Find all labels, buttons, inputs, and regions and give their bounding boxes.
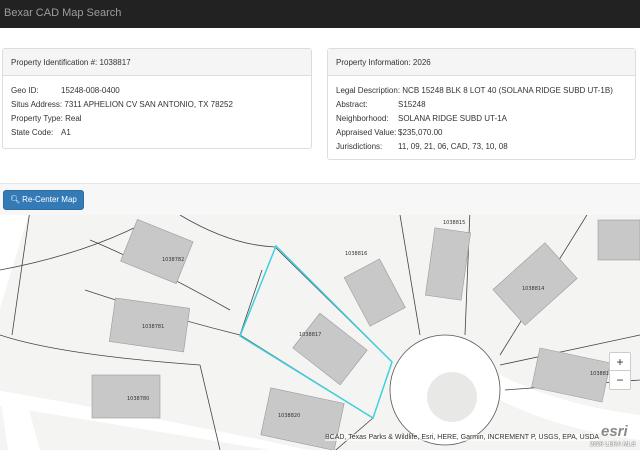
zoom-in-icon: 🔍︎ (10, 195, 21, 204)
geo-id-row: Geo ID: 15248-008-0400 (11, 84, 303, 98)
cul-de-sac-island (427, 372, 477, 422)
property-type-row: Property Type: Real (11, 112, 303, 126)
parcel-label: 1038781 (142, 324, 164, 330)
jurisdictions-value: 11, 09, 21, 06, CAD, 73, 10, 08 (398, 142, 508, 151)
map-toolbar: 🔍︎ Re-Center Map (0, 183, 640, 215)
abstract-value: S15248 (398, 100, 426, 109)
recenter-map-label: Re-Center Map (22, 195, 77, 204)
parcel-label: 1038815 (443, 220, 465, 226)
parcel-label: 1038817 (299, 332, 321, 338)
parcel-label: 1038782 (162, 257, 184, 263)
map-attribution: BCAD, Texas Parks & Wildlife, Esri, HERE… (325, 434, 600, 441)
appraised-value-label: Appraised Value: (336, 128, 397, 137)
appraised-value-row: Appraised Value: $235,070.00 (336, 126, 627, 140)
property-identification-heading: Property Identification #: 1038817 (3, 49, 311, 76)
property-information-heading: Property Information: 2026 (328, 49, 635, 76)
state-code-row: State Code: A1 (11, 126, 303, 140)
state-code-value: A1 (61, 128, 71, 137)
situs-address-value: 7311 APHELION CV SAN ANTONIO, TX 78252 (64, 100, 233, 109)
app-title[interactable]: Bexar CAD Map Search (4, 7, 121, 19)
legal-description-row: Legal Description: NCB 15248 BLK 8 LOT 4… (336, 84, 627, 98)
parcel-label: 1038780 (127, 396, 149, 402)
abstract-label: Abstract: (336, 100, 368, 109)
appraised-value-value: $235,070.00 (398, 128, 443, 137)
neighborhood-label: Neighborhood: (336, 114, 389, 123)
legal-description-value: NCB 15248 BLK 8 LOT 40 (SOLANA RIDGE SUB… (402, 86, 613, 95)
neighborhood-value: SOLANA RIDGE SUBD UT-1A (398, 114, 507, 123)
navbar: Bexar CAD Map Search (0, 0, 640, 28)
zoom-in-button[interactable]: + (610, 353, 630, 371)
esri-logo: esri (601, 423, 628, 440)
abstract-row: Abstract: S15248 (336, 98, 627, 112)
parcel-map[interactable]: 1038782 1038781 1038780 1038820 1038817 … (0, 215, 640, 450)
legal-description-label: Legal Description: (336, 86, 401, 95)
property-type-value: Real (65, 114, 82, 123)
geo-id-value: 15248-008-0400 (61, 86, 120, 95)
parcel-label: 1038814 (522, 286, 544, 292)
property-type-label: Property Type: (11, 114, 63, 123)
zoom-out-button[interactable]: − (610, 371, 630, 389)
jurisdictions-label: Jurisdictions: (336, 142, 383, 151)
situs-address-label: Situs Address: (11, 100, 63, 109)
parcel-label: 1038816 (345, 251, 367, 257)
geo-id-label: Geo ID: (11, 86, 39, 95)
map-copyright: 2026 LERA MLS (590, 442, 636, 448)
state-code-label: State Code: (11, 128, 54, 137)
property-information-panel: Property Information: 2026 Legal Descrip… (327, 48, 636, 160)
situs-address-row: Situs Address: 7311 APHELION CV SAN ANTO… (11, 98, 303, 112)
street-left-upper (0, 215, 29, 309)
recenter-map-button[interactable]: 🔍︎ Re-Center Map (3, 190, 84, 210)
jurisdictions-row: Jurisdictions: 11, 09, 21, 06, CAD, 73, 1… (336, 140, 627, 154)
parcel-label: 1038820 (278, 413, 300, 419)
zoom-controls: + − (609, 352, 631, 390)
property-identification-panel: Property Identification #: 1038817 Geo I… (2, 48, 312, 149)
parcel-map-canvas[interactable]: 1038782 1038781 1038780 1038820 1038817 … (0, 215, 640, 450)
neighborhood-row: Neighborhood: SOLANA RIDGE SUBD UT-1A (336, 112, 627, 126)
